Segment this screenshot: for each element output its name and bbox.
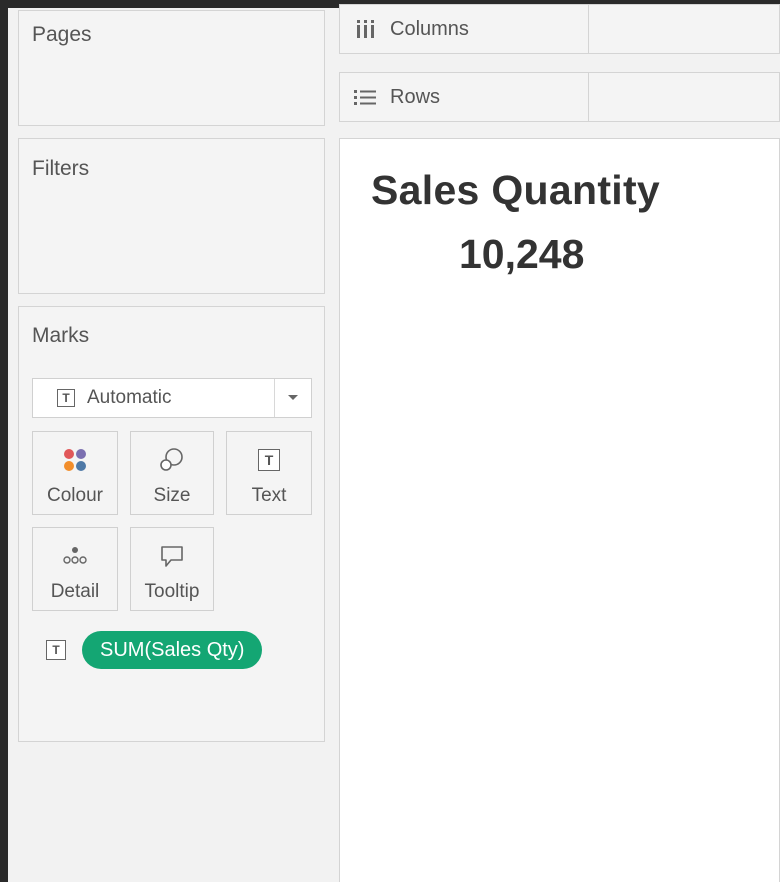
colour-icon	[33, 446, 117, 474]
tooltip-icon	[131, 542, 213, 570]
rows-shelf[interactable]: Rows	[339, 72, 780, 122]
marks-field-row: T SUM(Sales Qty)	[46, 631, 263, 669]
filters-card[interactable]: Filters	[18, 138, 325, 294]
detail-label: Detail	[50, 581, 100, 602]
rows-list-icon	[352, 88, 378, 106]
text-mark-icon: T	[57, 389, 75, 407]
mark-type-dropdown[interactable]: T Automatic	[32, 378, 312, 418]
filters-title: Filters	[32, 157, 90, 180]
view-canvas[interactable]: Sales Quantity 10,248	[339, 138, 780, 882]
detail-icon	[33, 542, 117, 570]
sum-sales-qty-pill[interactable]: SUM(Sales Qty)	[82, 631, 263, 669]
size-icon	[131, 446, 213, 474]
size-button[interactable]: Size	[130, 431, 214, 515]
columns-label: Columns	[390, 17, 469, 40]
text-button[interactable]: T Text	[226, 431, 312, 515]
columns-icon	[352, 18, 378, 40]
sales-quantity-value[interactable]: 10,248	[459, 231, 584, 278]
rows-shelf-label: Rows	[340, 73, 589, 121]
text-mark-icon[interactable]: T	[46, 640, 66, 660]
pages-title: Pages	[32, 23, 92, 46]
tooltip-button[interactable]: Tooltip	[130, 527, 214, 611]
marks-title: Marks	[32, 324, 90, 347]
size-label: Size	[153, 485, 191, 506]
chevron-down-icon[interactable]	[274, 379, 311, 417]
sheet-title: Sales Quantity	[371, 167, 661, 213]
workspace: Pages Filters Marks T Automatic Colour S…	[8, 4, 780, 882]
tooltip-label: Tooltip	[144, 581, 200, 602]
rows-label: Rows	[390, 85, 441, 108]
columns-shelf[interactable]: Columns	[339, 4, 780, 54]
colour-button[interactable]: Colour	[32, 431, 118, 515]
text-label: Text	[251, 485, 287, 506]
colour-label: Colour	[47, 485, 103, 506]
columns-shelf-label: Columns	[340, 5, 589, 53]
detail-button[interactable]: Detail	[32, 527, 118, 611]
marks-card: Marks T Automatic Colour Size T Text Det…	[18, 306, 325, 742]
pages-card[interactable]: Pages	[18, 10, 325, 126]
mark-type-value: Automatic	[87, 387, 172, 408]
text-icon: T	[227, 446, 311, 474]
